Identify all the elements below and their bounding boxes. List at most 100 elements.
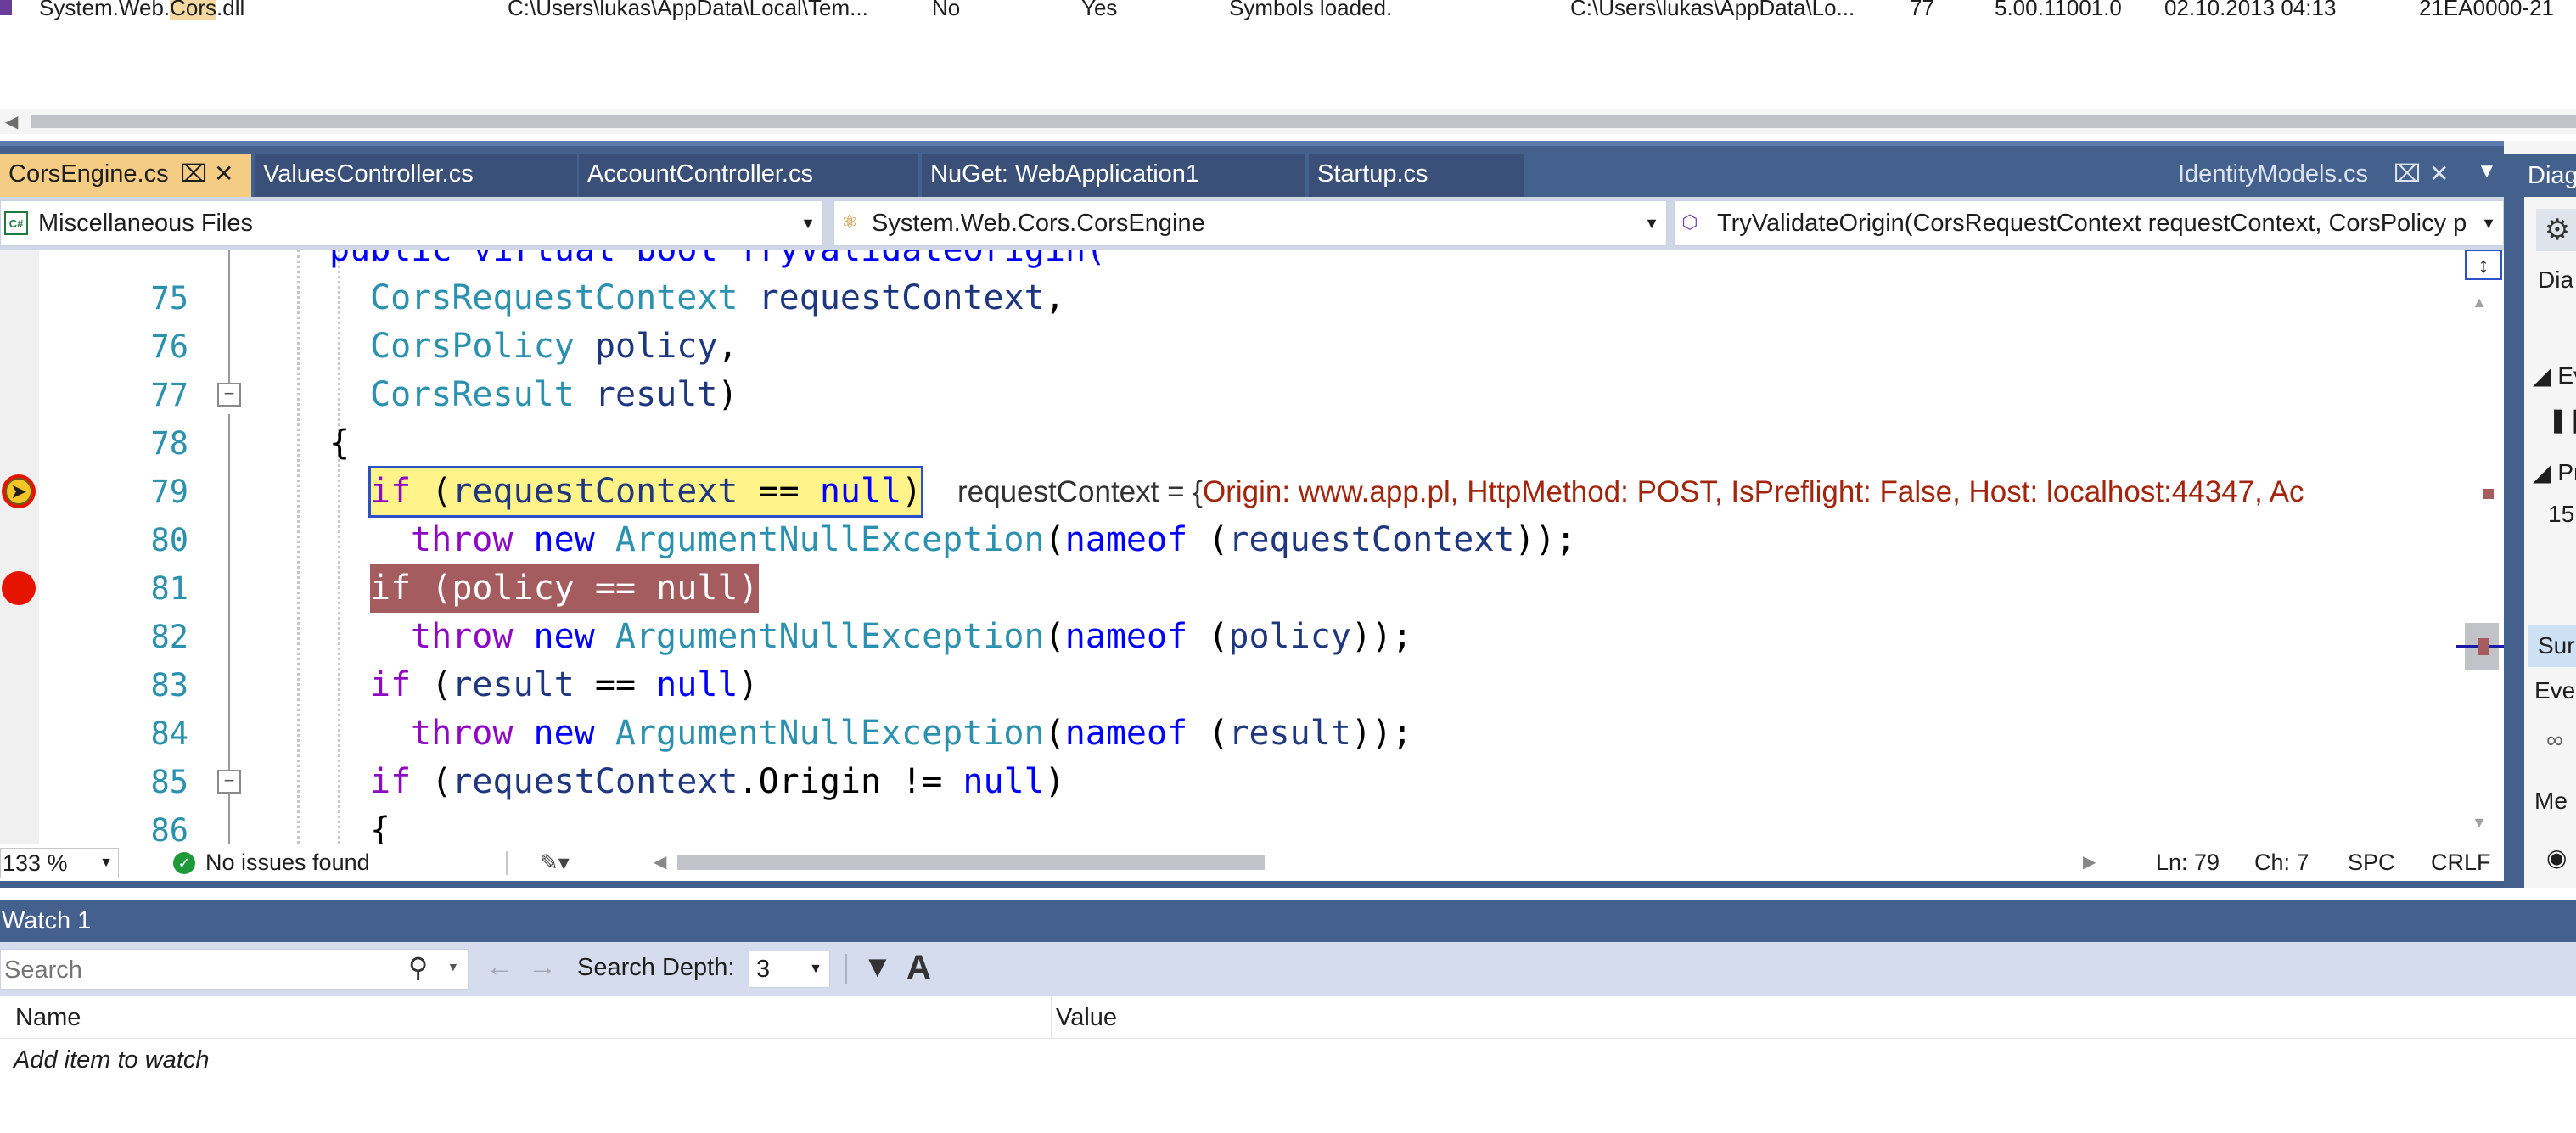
- member-combo[interactable]: ⬡ TryValidateOrigin(CorsRequestContext r…: [1674, 200, 2504, 246]
- code-line-76: 76 CorsPolicy policy,: [0, 323, 2478, 371]
- diag-section-process[interactable]: ◢ Pr: [2533, 458, 2576, 486]
- tab-startup[interactable]: Startup.cs: [1309, 154, 1524, 197]
- filter-icon[interactable]: ▼: [862, 949, 893, 984]
- search-depth-combo[interactable]: 3 ▼: [749, 951, 830, 988]
- tab-values-controller[interactable]: ValuesController.cs: [255, 154, 577, 197]
- modules-horizontal-scrollbar[interactable]: ◀: [0, 109, 2576, 134]
- code-editor[interactable]: public virtual bool TryValidateOrigin( 7…: [0, 250, 2504, 844]
- tab-account-controller[interactable]: AccountController.cs: [579, 154, 918, 197]
- search-input[interactable]: [4, 955, 395, 985]
- tab-summary[interactable]: Sur: [2528, 625, 2576, 667]
- diagnostic-tools-panel[interactable]: Diag ⚙ Dia ◢ Ev ❚❚ ◢ Pr 15 Sur Eve ∞ Me …: [2504, 141, 2576, 888]
- watch-search-box[interactable]: ⚲ ▼: [0, 949, 469, 990]
- code-text: throw new ArgumentNullException(nameof (…: [411, 714, 1413, 753]
- tab-events[interactable]: Eve: [2534, 677, 2575, 704]
- back-arrow-icon[interactable]: ←: [485, 951, 514, 984]
- link-icon[interactable]: ∞: [2546, 726, 2563, 754]
- current-statement: if (requestContext == null): [368, 466, 924, 518]
- modules-table-row[interactable]: System.Web.Cors.dll C:\Users\lukas\AppDa…: [0, 0, 2576, 25]
- code-text: throw new ArgumentNullException(nameof (…: [411, 617, 1413, 656]
- forward-arrow-icon[interactable]: →: [528, 951, 557, 984]
- csharp-file-icon: C#: [4, 211, 28, 235]
- scroll-left-icon[interactable]: ◀: [5, 111, 18, 132]
- camera-icon[interactable]: ◉: [2546, 844, 2567, 872]
- collapse-icon[interactable]: −: [217, 770, 241, 794]
- issues-status[interactable]: No issues found: [205, 844, 370, 880]
- tab-bar-accent: [0, 141, 2504, 146]
- font-icon[interactable]: A: [906, 949, 931, 987]
- navigation-bar: C# Miscellaneous Files ▼ ⚛ System.Web.Co…: [0, 197, 2504, 250]
- tab-identity-models[interactable]: IdentityModels.cs ⌧ ✕: [2169, 154, 2467, 197]
- separator: [506, 851, 508, 875]
- line-indicator[interactable]: Ln: 79: [2156, 844, 2220, 880]
- code-line-78: 78 {: [0, 419, 2478, 468]
- module-timestamp: 02.10.2013 04:13: [2164, 0, 2337, 20]
- close-icon[interactable]: ✕: [214, 154, 233, 194]
- tab-nuget[interactable]: NuGet: WebApplication1: [922, 154, 1305, 197]
- split-window-icon[interactable]: ↕: [2465, 250, 2502, 280]
- tab-memory[interactable]: Me: [2534, 788, 2568, 815]
- code-line-83: 83 if (result == null): [0, 661, 2478, 710]
- breakpoint-marker: [2478, 638, 2489, 655]
- zoom-combo[interactable]: 133 % ▼: [0, 848, 119, 878]
- close-icon[interactable]: ✕: [2429, 154, 2449, 194]
- column-separator[interactable]: [1051, 996, 1052, 1039]
- pin-icon[interactable]: ⌧: [2394, 154, 2421, 194]
- scrollbar-thumb[interactable]: [677, 855, 1265, 870]
- scrollbar-thumb[interactable]: [31, 115, 2576, 128]
- scroll-down-icon[interactable]: ▼: [2472, 814, 2487, 832]
- code-line-77: 77 − CorsResult result): [0, 371, 2478, 419]
- column-value[interactable]: Value: [1056, 996, 1117, 1039]
- editor-vertical-scrollbar[interactable]: ↕ ▲ ▼: [2453, 250, 2504, 844]
- line-ending-indicator[interactable]: CRLF: [2431, 844, 2491, 880]
- type-combo[interactable]: ⚛ System.Web.Cors.CorsEngine ▼: [833, 200, 1667, 246]
- chevron-down-icon: ▼: [800, 215, 816, 232]
- breakpoint-icon[interactable]: [2, 571, 36, 605]
- pin-icon[interactable]: ⌧: [180, 154, 207, 194]
- scroll-up-icon[interactable]: ▲: [2472, 294, 2487, 311]
- watch-panel-title[interactable]: Watch 1: [0, 900, 2576, 942]
- module-address: 21EA0000-21: [2419, 0, 2555, 20]
- pause-icon[interactable]: ❚❚: [2548, 406, 2576, 434]
- method-icon: ⬡: [1681, 211, 1698, 233]
- diag-title[interactable]: Diag: [2504, 154, 2576, 197]
- scroll-left-icon[interactable]: ◀: [654, 844, 666, 880]
- module-icon: [0, 0, 12, 15]
- module-symbol-file: C:\Users\lukas\AppData\Lo...: [1570, 0, 1855, 20]
- indent-indicator[interactable]: SPC: [2348, 844, 2395, 880]
- diag-item: Dia: [2538, 266, 2574, 293]
- search-depth-label: Search Depth:: [577, 954, 735, 981]
- watch-toolbar: ⚲ ▼ ← → Search Depth: 3 ▼ ▼ A: [0, 942, 2576, 996]
- add-watch-item[interactable]: Add item to watch: [14, 1040, 210, 1080]
- project-combo[interactable]: C# Miscellaneous Files ▼: [0, 200, 823, 246]
- module-version: 5.00.11001.0: [1995, 0, 2122, 20]
- collapse-icon[interactable]: −: [217, 383, 241, 407]
- module-symbol-status: Symbols loaded.: [1229, 0, 1393, 20]
- scroll-right-icon[interactable]: ▶: [2083, 844, 2096, 880]
- chevron-down-icon[interactable]: ▼: [447, 960, 459, 973]
- code-line-86: 86 {: [0, 806, 2478, 844]
- chevron-down-icon: ▼: [99, 855, 113, 870]
- code-text: public virtual bool TryValidateOrigin(: [329, 250, 1107, 269]
- watch-column-header: Name Value: [0, 996, 2576, 1039]
- debug-datatip[interactable]: requestContext = {Origin: www.app.pl, Ht…: [957, 468, 2304, 516]
- search-icon[interactable]: ⚲: [408, 951, 428, 984]
- editor-frame: [0, 881, 2504, 888]
- column-name[interactable]: Name: [15, 996, 81, 1039]
- check-circle-icon: ✓: [173, 852, 195, 874]
- column-indicator[interactable]: Ch: 7: [2254, 844, 2309, 880]
- code-cleanup-icon[interactable]: ✎▾: [540, 844, 570, 880]
- tab-cors-engine[interactable]: CorsEngine.cs ⌧ ✕: [0, 154, 251, 197]
- code-line-84: 84 throw new ArgumentNullException(nameo…: [0, 710, 2478, 758]
- breakpoint-current-icon[interactable]: ➤: [2, 474, 36, 508]
- code-text: {: [329, 423, 351, 463]
- module-optimized: No: [932, 0, 961, 20]
- diag-section-events[interactable]: ◢ Ev: [2533, 362, 2576, 390]
- gear-icon[interactable]: ⚙: [2536, 209, 2576, 251]
- code-text: if (requestContext.Origin != null): [370, 762, 1065, 801]
- class-icon: ⚛: [841, 211, 858, 233]
- editor-status-bar: 133 % ▼ ✓ No issues found ✎▾ ◀ ▶ Ln: 79 …: [0, 844, 2504, 881]
- code-line-85: 85 − if (requestContext.Origin != null): [0, 758, 2478, 806]
- chevron-down-icon: ▼: [1644, 215, 1659, 232]
- tab-list-dropdown-icon[interactable]: ▼: [2477, 160, 2497, 183]
